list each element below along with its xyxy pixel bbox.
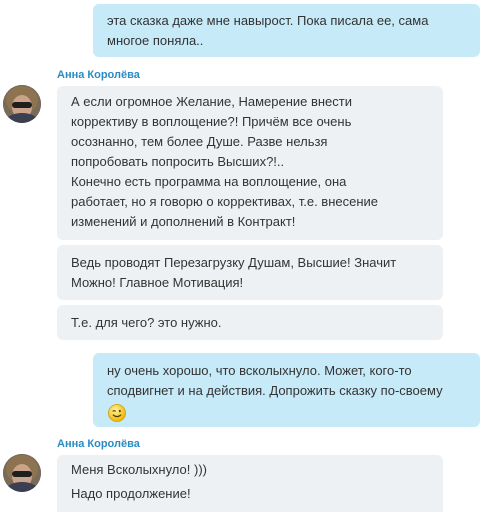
message-line: А если огромное Желание, Намерение внест…	[71, 94, 353, 109]
avatar[interactable]	[3, 85, 41, 123]
outgoing-message-bubble: эта сказка даже мне навырост. Пока писал…	[93, 4, 480, 57]
avatar-image	[3, 85, 41, 123]
message-line: коррективу в воплощение?! Причём все оче…	[71, 114, 352, 129]
message-line: осознанно, тем более Душе. Разве нельзя	[71, 134, 328, 149]
sender-name[interactable]: Анна Королёва	[57, 438, 140, 450]
incoming-message-bubble: Ведь проводят Перезагрузку Душам, Высшие…	[57, 245, 443, 300]
incoming-message-bubble: А если огромное Желание, Намерение внест…	[57, 86, 443, 240]
message-line: Конечно есть программа на воплощение, он…	[71, 174, 347, 189]
message-line: Ведь проводят Перезагрузку Душам, Высшие…	[71, 255, 397, 270]
incoming-message-bubble: Меня Всколыхнуло! ))) Надо продолжение!	[57, 455, 443, 512]
message-line: сподвигнет и на действия. Допрожить сказ…	[107, 383, 443, 398]
message-line: ну очень хорошо, что всколыхнуло. Может,…	[107, 363, 412, 378]
avatar-image	[3, 454, 41, 492]
message-line: Можно! Главное Мотивация!	[71, 275, 244, 290]
wink-smiley-icon	[107, 403, 127, 429]
message-line: эта сказка даже мне навырост. Пока писал…	[107, 13, 429, 28]
message-line: многое поняла..	[107, 33, 204, 48]
message-line: изменений и дополнений в Контракт!	[71, 214, 296, 229]
message-line: Надо продолжение!	[71, 486, 191, 501]
message-line: Т.е. для чего? это нужно.	[71, 315, 222, 330]
sender-name[interactable]: Анна Королёва	[57, 69, 140, 81]
outgoing-message-bubble: ну очень хорошо, что всколыхнуло. Может,…	[93, 353, 480, 427]
message-line: Меня Всколыхнуло! )))	[71, 462, 207, 477]
avatar[interactable]	[3, 454, 41, 492]
message-line: работает, но я говорю о коррективах, т.е…	[71, 194, 379, 209]
incoming-message-bubble: Т.е. для чего? это нужно.	[57, 305, 443, 340]
message-line: попробовать попросить Высших?!..	[71, 154, 285, 169]
